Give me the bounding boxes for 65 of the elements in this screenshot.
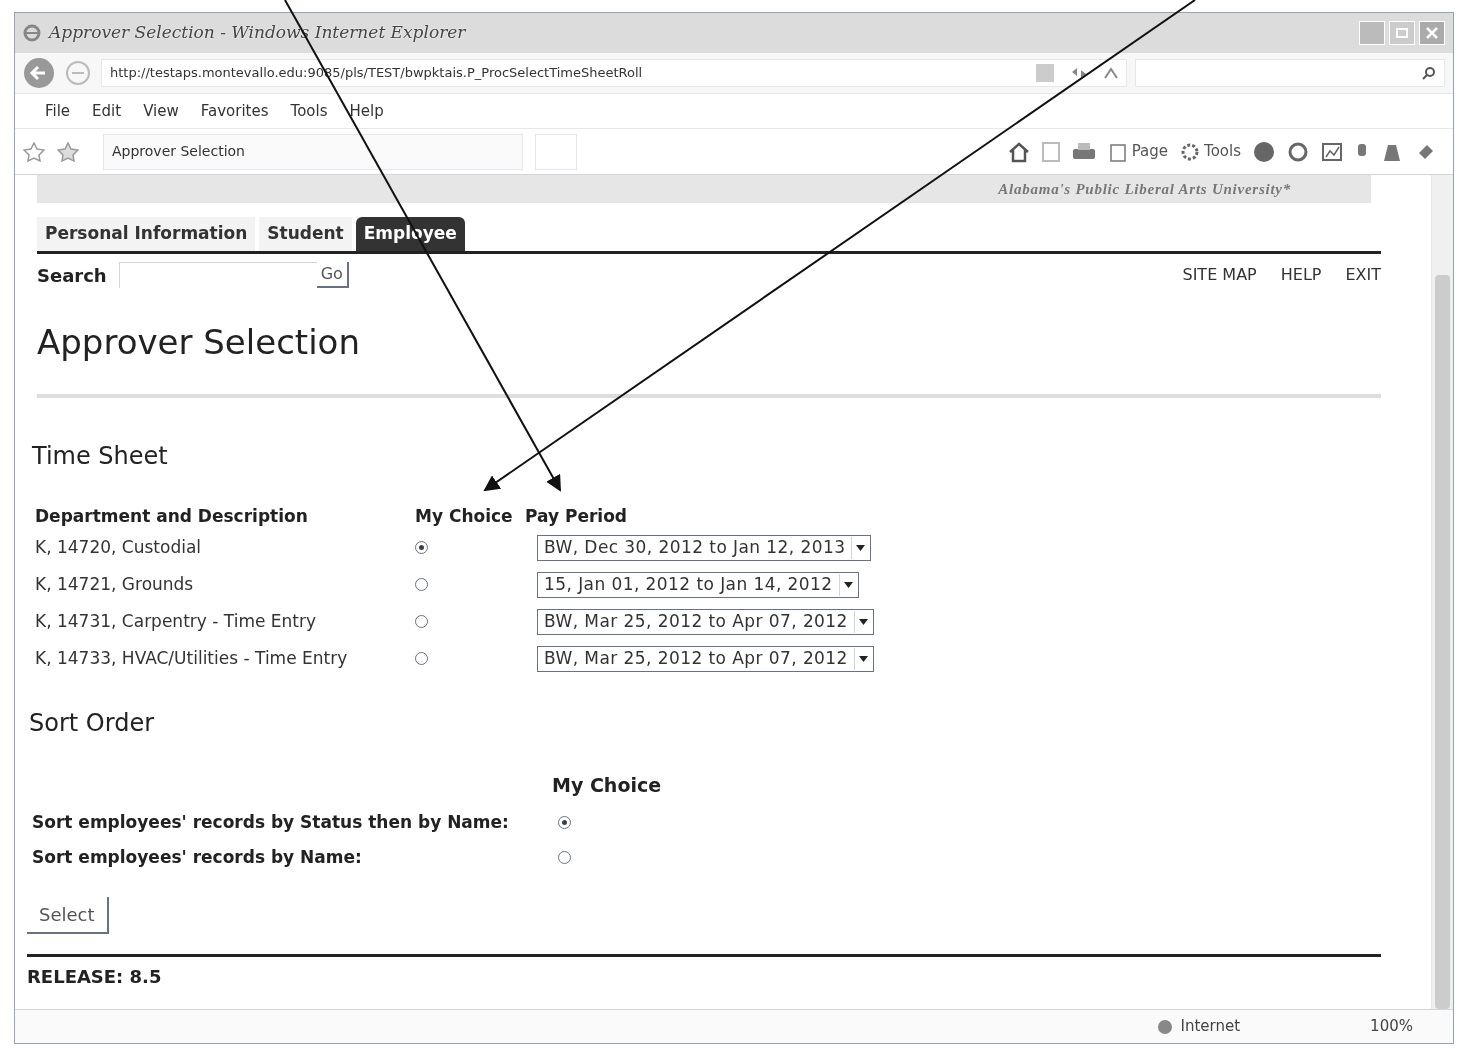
radio-button[interactable] [415, 615, 428, 628]
home-icon[interactable] [1007, 140, 1030, 163]
top-link[interactable]: SITE MAP [1182, 263, 1257, 287]
search-field[interactable] [1135, 59, 1445, 87]
gear-icon [1180, 141, 1201, 162]
globe-icon [1156, 1018, 1173, 1035]
section-heading: Time Sheet [32, 440, 169, 472]
radio-button[interactable] [558, 815, 571, 829]
menu-item[interactable]: File [45, 99, 71, 123]
back-icon[interactable] [23, 57, 55, 89]
sort-option-label: Sort employees' records by Status then by Name: [32, 810, 510, 834]
department-cell-text: K, 14721, Grounds [35, 572, 195, 596]
caret-icon [858, 655, 868, 662]
top-link[interactable]: HELP [1280, 263, 1322, 287]
department-cell-text: K, 14720, Custodial [35, 535, 203, 559]
department-cell-text: K, 14731, Carpentry - Time Entry [35, 609, 318, 633]
select-button[interactable]: Select [27, 896, 109, 934]
caret-icon [856, 544, 866, 551]
caret-icon [843, 581, 853, 588]
search-label: Search [37, 263, 107, 288]
tools-menu-button[interactable]: Tools [1180, 140, 1241, 163]
go-button[interactable]: Go [316, 262, 349, 288]
add-favorites-icon[interactable] [57, 141, 79, 162]
department-cell-text: K, 14733, HVAC/Utilities - Time Entry [35, 646, 349, 670]
caret-icon [858, 618, 868, 625]
radio-button[interactable] [415, 652, 428, 665]
pay-period-dropdown[interactable]: BW, Mar 25, 2012 to Apr 07, 2012 [537, 608, 874, 635]
stop-icon[interactable] [1104, 67, 1118, 79]
page-icon [1107, 141, 1128, 162]
zone-status: Internet [1156, 1015, 1241, 1038]
nav-tab[interactable]: Student [259, 217, 352, 251]
radio-button[interactable] [415, 578, 428, 591]
menu-item[interactable]: View [143, 99, 179, 123]
scrollbar[interactable] [1431, 175, 1453, 1009]
radio-button[interactable] [558, 851, 571, 865]
pay-period-dropdown[interactable]: BW, Dec 30, 2012 to Jan 12, 2013 [537, 534, 872, 561]
search-input[interactable] [118, 262, 317, 288]
menu-item[interactable]: Help [349, 99, 384, 123]
pay-period-dropdown[interactable]: 15, Jan 01, 2012 to Jan 14, 2012 [537, 571, 859, 598]
column-header: Department and Description [35, 504, 309, 528]
nav-tab[interactable]: Personal Information [37, 217, 256, 251]
radio-button[interactable] [415, 541, 428, 554]
page-title: Approver Selection [37, 320, 361, 364]
column-header: My Choice [552, 773, 663, 798]
zoom-level[interactable]: 100% [1370, 1015, 1413, 1038]
favorites-star-icon[interactable] [23, 141, 45, 162]
pay-period-dropdown[interactable]: BW, Mar 25, 2012 to Apr 07, 2012 [537, 645, 874, 672]
chart-icon[interactable] [1321, 140, 1343, 163]
section-heading: Sort Order [29, 708, 156, 739]
sort-option-label: Sort employees' records by Name: [32, 846, 363, 869]
browser-tab[interactable]: Approver Selection [103, 133, 523, 170]
release-label: RELEASE: 8.5 [27, 964, 163, 989]
menu-item[interactable]: Edit [92, 99, 122, 123]
menu-item[interactable]: Tools [290, 99, 328, 123]
refresh-icon[interactable] [1070, 66, 1088, 80]
banner-tagline: Alabama's Public Liberal Arts University* [998, 179, 1291, 199]
column-header: Pay Period [525, 504, 628, 528]
close-button[interactable] [1419, 21, 1445, 45]
search-icon[interactable] [1422, 66, 1436, 80]
page-menu-button[interactable]: Page [1107, 140, 1169, 163]
nav-tab[interactable]: Employee [355, 217, 465, 251]
close-icon [1425, 26, 1439, 40]
top-link[interactable]: EXIT [1345, 263, 1381, 287]
print-icon[interactable] [1071, 141, 1096, 162]
menu-item[interactable]: Favorites [200, 99, 269, 123]
